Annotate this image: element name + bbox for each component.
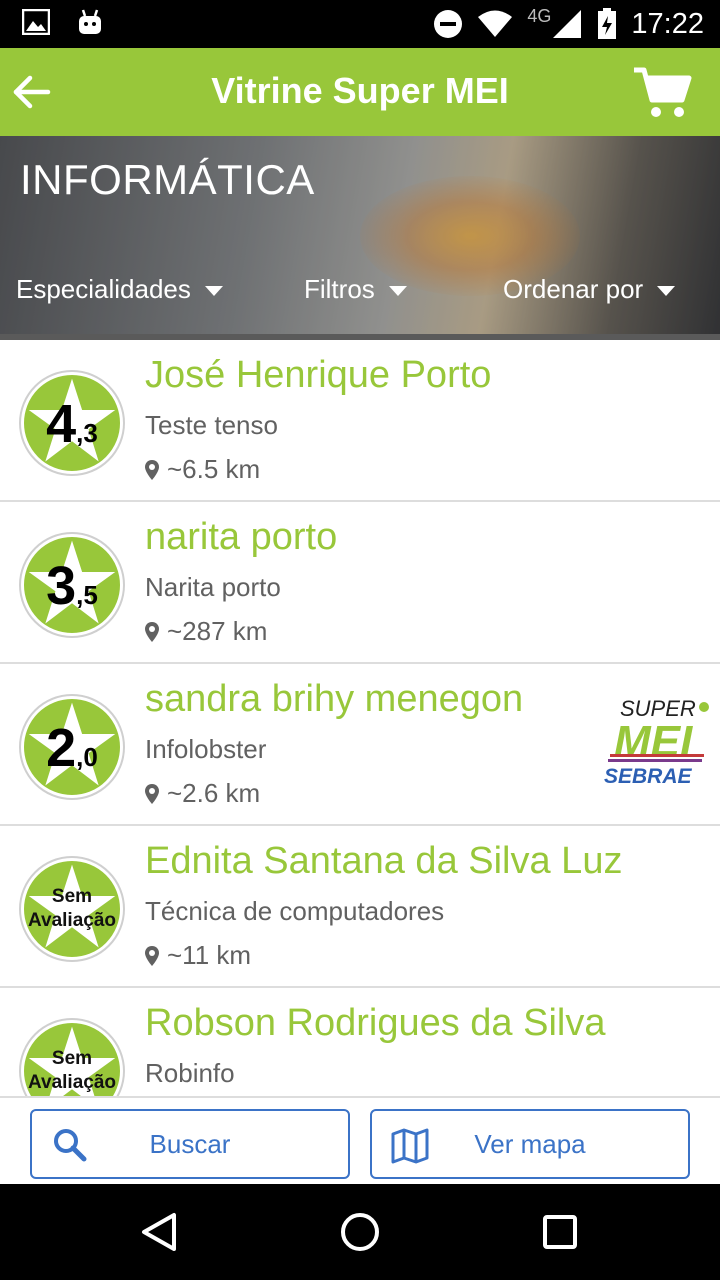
provider-name: narita porto bbox=[145, 516, 338, 558]
no-rating-line1: Sem bbox=[51, 886, 93, 907]
provider-name: José Henrique Porto bbox=[145, 354, 492, 396]
list-item[interactable]: Sem Avaliação Robson Rodrigues da Silva R… bbox=[0, 988, 720, 1096]
list-item[interactable]: 4,3 José Henrique Porto Teste tenso ~6.5… bbox=[0, 340, 720, 502]
back-nav-icon[interactable] bbox=[140, 1212, 180, 1252]
rating-decimal: ,5 bbox=[76, 580, 98, 610]
provider-distance: ~287 km bbox=[145, 616, 267, 647]
rating-integer: 3 bbox=[46, 556, 77, 616]
rating-badge: 2,0 bbox=[21, 696, 123, 798]
filters-dropdown[interactable]: Filtros bbox=[304, 274, 407, 305]
no-rating-line2: Avaliação bbox=[27, 1072, 116, 1093]
gallery-notification-icon bbox=[22, 9, 50, 35]
rating-integer: 2 bbox=[46, 718, 77, 778]
search-icon bbox=[54, 1129, 87, 1162]
provider-business: Narita porto bbox=[145, 572, 281, 602]
system-navigation-bar bbox=[0, 1184, 720, 1280]
battery-icon bbox=[598, 8, 617, 39]
category-banner: INFORMÁTICA Especialidades Filtros Orden… bbox=[0, 136, 720, 340]
provider-name: Ednita Santana da Silva Luz bbox=[145, 840, 623, 882]
location-pin-icon bbox=[145, 945, 159, 966]
category-title: INFORMÁTICA bbox=[20, 156, 315, 203]
provider-name: sandra brihy menegon bbox=[145, 678, 524, 720]
distance-text: ~287 km bbox=[167, 616, 268, 646]
location-pin-icon bbox=[145, 783, 159, 804]
android-notification-icon bbox=[79, 9, 101, 34]
provider-list: 4,3 José Henrique Porto Teste tenso ~6.5… bbox=[0, 340, 720, 1096]
network-type: 4G bbox=[527, 5, 552, 26]
provider-business: Técnica de computadores bbox=[145, 896, 445, 926]
rating-badge: Sem Avaliação bbox=[21, 858, 123, 960]
no-rating-line2: Avaliação bbox=[27, 910, 116, 931]
provider-name: Robson Rodrigues da Silva bbox=[145, 1002, 606, 1044]
dropdown-caret-icon bbox=[388, 285, 407, 296]
list-item[interactable]: 2,0 sandra brihy menegon Infolobster ~2.… bbox=[0, 664, 720, 826]
distance-text: ~6.5 km bbox=[167, 454, 261, 484]
distance-text: ~11 km bbox=[167, 940, 252, 970]
shopping-cart-icon[interactable] bbox=[632, 66, 692, 120]
filters-label: Filtros bbox=[304, 274, 375, 304]
do-not-disturb-icon bbox=[434, 10, 463, 38]
provider-business: Robinfo bbox=[145, 1058, 235, 1088]
list-item[interactable]: Sem Avaliação Ednita Santana da Silva Luz… bbox=[0, 826, 720, 988]
rating-badge: 3,5 bbox=[21, 534, 123, 636]
search-button[interactable]: Buscar bbox=[30, 1109, 350, 1179]
svg-text:MEI: MEI bbox=[614, 717, 693, 766]
provider-distance: ~6.5 km bbox=[145, 454, 260, 485]
provider-business: Teste tenso bbox=[145, 410, 278, 440]
specialties-label: Especialidades bbox=[16, 274, 191, 304]
rating-integer: 4 bbox=[46, 394, 77, 454]
rating-badge: 4,3 bbox=[21, 372, 123, 474]
filter-bar: Especialidades Filtros Ordenar por bbox=[0, 274, 720, 314]
dropdown-caret-icon bbox=[204, 285, 223, 296]
distance-text: ~2.6 km bbox=[167, 778, 261, 808]
provider-distance: ~11 km bbox=[145, 940, 251, 971]
sort-dropdown[interactable]: Ordenar por bbox=[503, 274, 676, 305]
sort-label: Ordenar por bbox=[503, 274, 644, 304]
page-title: Vitrine Super MEI bbox=[211, 70, 509, 111]
rating-decimal: ,3 bbox=[76, 418, 98, 448]
svg-text:SEBRAE: SEBRAE bbox=[604, 765, 693, 788]
recents-nav-icon[interactable] bbox=[542, 1214, 578, 1250]
location-pin-icon bbox=[145, 621, 159, 642]
map-icon bbox=[391, 1128, 429, 1164]
rating-badge: Sem Avaliação bbox=[21, 1020, 123, 1096]
provider-distance: ~2.6 km bbox=[145, 778, 260, 809]
dropdown-caret-icon bbox=[657, 285, 676, 296]
provider-business: Infolobster bbox=[145, 734, 267, 764]
clock: 17:22 bbox=[631, 7, 704, 40]
rating-decimal: ,0 bbox=[76, 742, 98, 772]
wifi-icon bbox=[478, 10, 513, 37]
home-nav-icon[interactable] bbox=[340, 1212, 380, 1252]
no-rating-line1: Sem bbox=[51, 1048, 93, 1069]
specialties-dropdown[interactable]: Especialidades bbox=[16, 274, 223, 305]
super-mei-sebrae-logo: SUPER MEI SEBRAE bbox=[604, 696, 709, 788]
list-item[interactable]: 3,5 narita porto Narita porto ~287 km bbox=[0, 502, 720, 664]
cell-signal-icon bbox=[553, 10, 582, 38]
app-bar: Vitrine Super MEI bbox=[0, 48, 720, 136]
status-bar: 4G 17:22 bbox=[0, 0, 720, 48]
bottom-action-bar: Buscar Ver mapa bbox=[0, 1096, 720, 1184]
location-pin-icon bbox=[145, 459, 159, 480]
view-map-button[interactable]: Ver mapa bbox=[370, 1109, 690, 1179]
